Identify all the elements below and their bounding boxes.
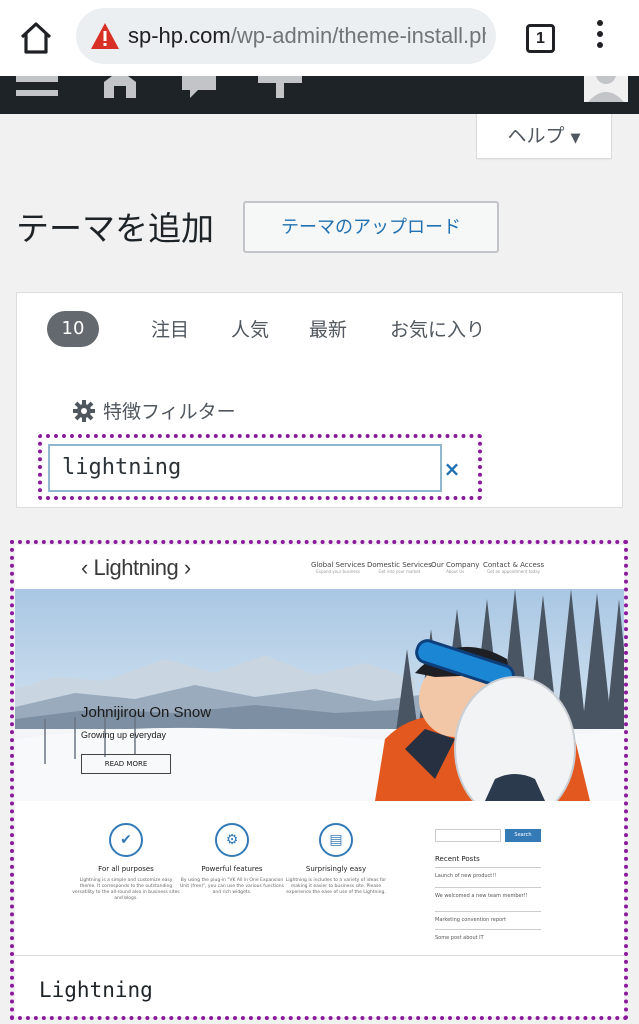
address-bar[interactable]: sp-hp.com/wp-admin/theme-install.ph (76, 8, 496, 64)
browser-toolbar: sp-hp.com/wp-admin/theme-install.ph 1 (0, 0, 639, 76)
help-tab-button[interactable]: ヘルプ ▼ (476, 114, 612, 159)
home-icon[interactable] (100, 76, 140, 114)
add-new-icon[interactable] (258, 76, 302, 114)
warning-icon (91, 23, 119, 49)
tab-favorites[interactable]: お気に入り (390, 315, 485, 342)
tab-switcher-icon[interactable]: 1 (526, 24, 555, 53)
gear-icon (73, 400, 95, 422)
url-host: sp-hp.com (128, 23, 231, 48)
chevron-down-icon: ▼ (570, 131, 581, 146)
url-text: sp-hp.com/wp-admin/theme-install.ph (128, 23, 486, 49)
feature-filter-button[interactable]: 特徴フィルター (73, 397, 236, 424)
avatar[interactable] (584, 76, 628, 114)
feature-filter-label: 特徴フィルター (103, 401, 236, 423)
comments-icon[interactable] (180, 76, 220, 114)
tab-featured[interactable]: 注目 (151, 315, 189, 342)
card-highlight-annotation (10, 540, 628, 1020)
page-title: テーマを追加 (16, 209, 214, 248)
theme-count-badge: 10 (47, 311, 99, 347)
search-highlight-annotation (38, 434, 482, 500)
tab-latest[interactable]: 最新 (309, 315, 347, 342)
upload-theme-button[interactable]: テーマのアップロード (243, 201, 499, 253)
wp-admin-bar (0, 76, 639, 114)
help-label: ヘルプ (507, 125, 565, 147)
url-path: /wp-admin/theme-install.ph (230, 23, 486, 48)
tab-popular[interactable]: 人気 (231, 315, 269, 342)
more-vert-icon[interactable] (590, 20, 610, 52)
menu-icon[interactable] (14, 76, 62, 114)
home-icon[interactable] (16, 18, 56, 58)
